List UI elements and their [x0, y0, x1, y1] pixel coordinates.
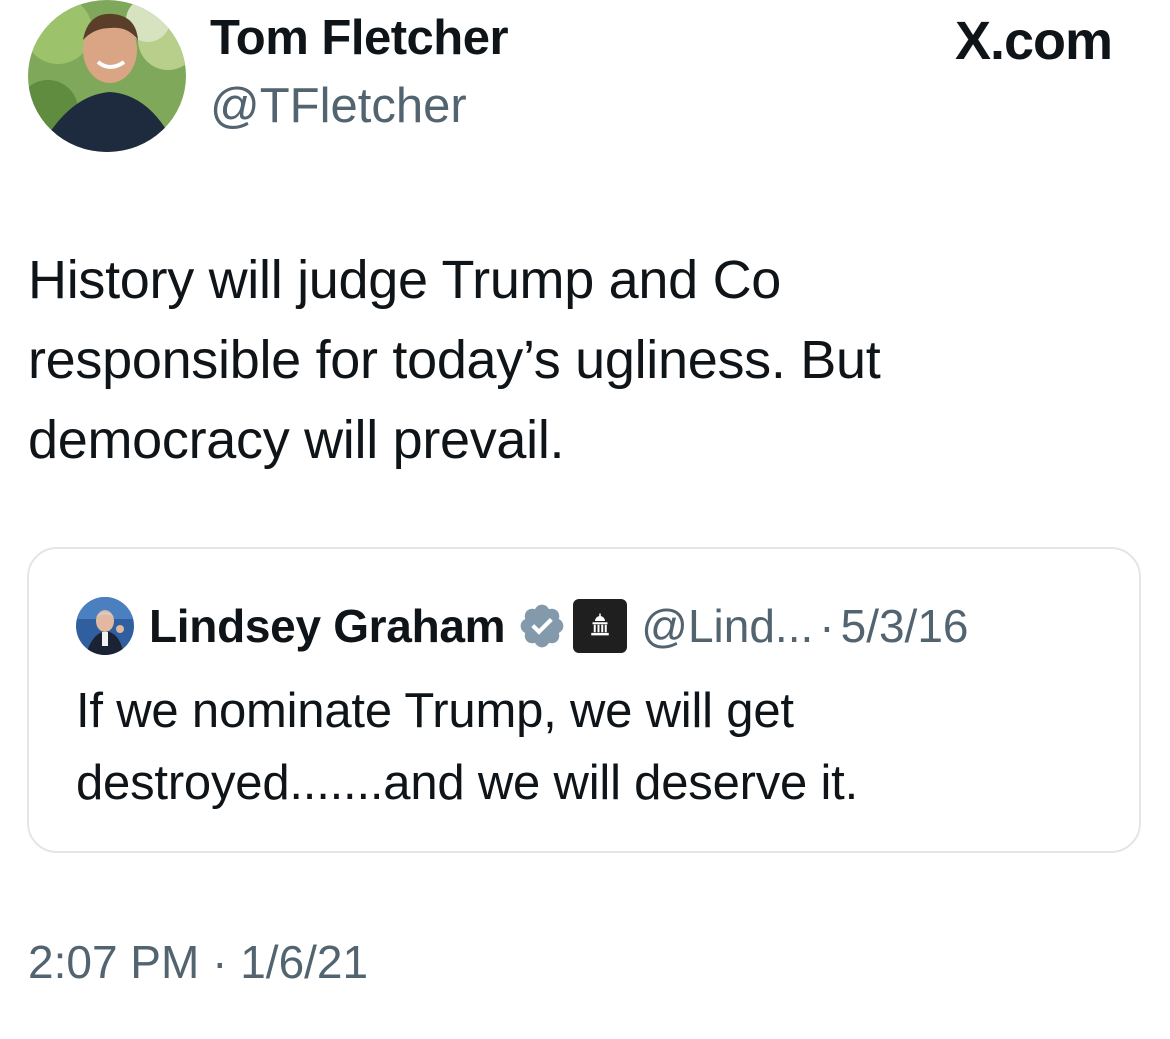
quoted-tweet-header: Lindsey Graham @Lind... · 5/3/16 [76, 595, 969, 657]
author-handle[interactable]: @TFletcher [210, 78, 467, 134]
quoted-tweet-text-line: destroyed.......and we will deserve it. [76, 756, 859, 810]
tweet-text-line: History will judge Trump and Co [28, 250, 782, 310]
quoted-tweet-text: If we nominate Trump, we will get destro… [76, 675, 1076, 819]
quoted-tweet-date[interactable]: 5/3/16 [841, 599, 969, 653]
dot-separator: · [819, 600, 835, 652]
verified-badge-icon [520, 604, 564, 648]
dot-separator: · [212, 936, 228, 988]
profile-photo [28, 0, 186, 152]
timestamp-time: 2:07 PM [28, 936, 200, 988]
profile-photo [76, 597, 134, 655]
tweet-text: History will judge Trump and Co responsi… [28, 240, 1068, 480]
tweet-text-line: democracy will prevail. [28, 410, 565, 470]
tweet-timestamp[interactable]: 2:07 PM · 1/6/21 [28, 935, 368, 989]
author-avatar[interactable] [28, 0, 186, 152]
author-name[interactable]: Tom Fletcher [210, 10, 509, 66]
government-building-icon [573, 599, 628, 653]
site-label: X.com [954, 11, 1113, 71]
quoted-author-avatar[interactable] [76, 597, 134, 655]
quoted-author-handle[interactable]: @Lind... [641, 599, 813, 653]
tweet-text-line: responsible for today’s ugliness. But [28, 330, 881, 390]
timestamp-date: 1/6/21 [240, 936, 369, 988]
quoted-tweet-card[interactable]: Lindsey Graham @Lind... · 5/3/16 If we n… [27, 547, 1141, 853]
quoted-tweet-text-line: If we nominate Trump, we will get [76, 684, 794, 738]
quoted-author-name[interactable]: Lindsey Graham [149, 599, 506, 653]
